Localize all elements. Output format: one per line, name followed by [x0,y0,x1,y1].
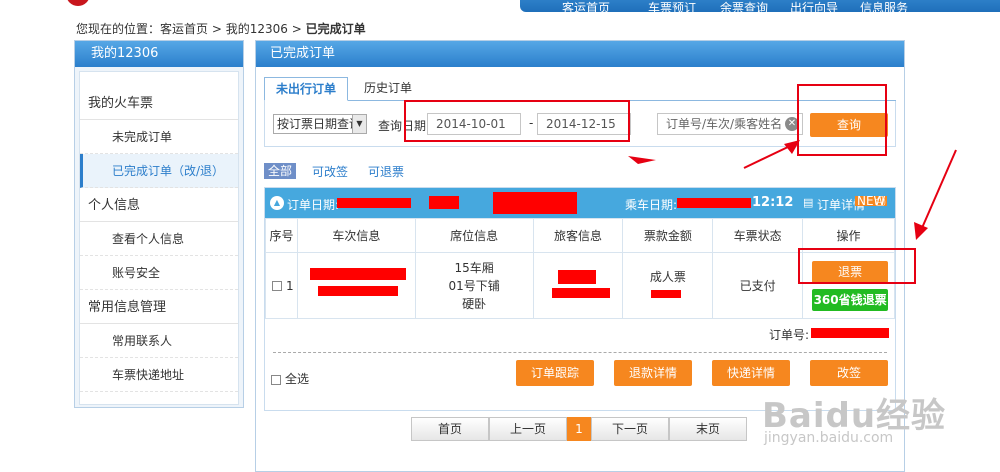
arrow-icon [628,156,656,164]
arrow-icon [784,140,800,154]
arrow-icon [914,222,928,240]
watermark-url: jingyan.baidu.com [764,430,894,446]
arrow-line [743,145,791,169]
arrow-line [921,149,957,229]
